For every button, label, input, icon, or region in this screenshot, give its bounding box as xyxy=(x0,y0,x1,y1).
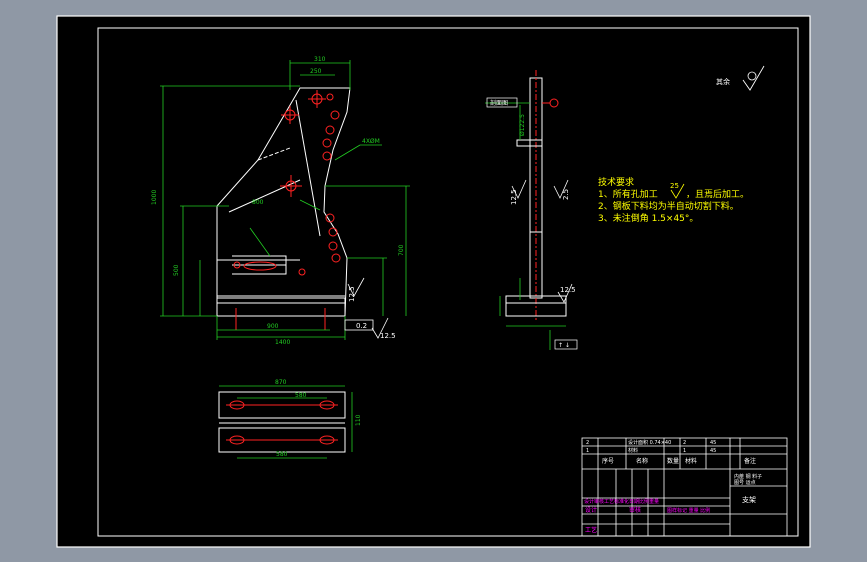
tb-header-3: 材料 xyxy=(685,457,697,465)
side-bottom-box-text: ↑ ↓ xyxy=(558,342,570,349)
dim-right-height: 700 xyxy=(398,244,405,256)
dim-top-310: 310 xyxy=(314,56,326,63)
drawing-canvas: 310 250 1000 500 700 900 1400 800 4XØM 1… xyxy=(56,15,811,548)
drawing-sheet xyxy=(56,15,811,548)
tb-row-a-1: 设计面积 0.74×40 xyxy=(628,439,671,446)
flatness-value: 0.2 xyxy=(356,322,367,330)
roughness-bottom: 12.5 xyxy=(380,332,396,340)
tb-designer-label: 设计 xyxy=(585,506,597,514)
dim-vertical-label: Ø122.5 xyxy=(519,114,526,136)
dim-mid: 800 xyxy=(252,199,264,206)
side-roughness-bottom: 12.5 xyxy=(560,286,576,294)
tb-row-b-3: 45 xyxy=(710,448,716,454)
dim-top-250: 250 xyxy=(310,68,322,75)
tb-check-label: 审核 xyxy=(629,506,641,514)
dim-bottom-outer: 1400 xyxy=(275,339,290,346)
dim-bottom-inner: 900 xyxy=(267,323,279,330)
roughness-value: 12.5 xyxy=(348,286,356,302)
tb-header-2: 数量 xyxy=(667,457,679,465)
tb-designer-row: 设计审核工艺标准化日期比例重量 xyxy=(584,498,659,505)
tb-scale-row: 图样标记 重量 比例 xyxy=(667,507,710,514)
dim-inner-bottom: 580 xyxy=(276,451,288,458)
tb-row-a-3: 45 xyxy=(710,440,716,446)
notes-heading: 技术要求 xyxy=(598,176,634,188)
notes-line2: 2、钢板下料均为半自动切割下料。 xyxy=(598,200,739,212)
dim-right-height: 110 xyxy=(355,414,362,426)
dim-left-sub: 500 xyxy=(173,264,180,276)
tb-row-b-0: 1 xyxy=(586,448,589,454)
global-finish-label: 其余 xyxy=(716,77,730,86)
notes-line3: 3、未注倒角 1.5×45°。 xyxy=(598,212,698,224)
notes-line1-value: 25 xyxy=(670,182,679,190)
notes-line1-prefix: 1、所有孔加工 xyxy=(598,188,658,200)
notes-line1-suffix: ，且焉后加工。 xyxy=(686,189,749,200)
dim-length: 870 xyxy=(275,379,287,386)
tb-part-name: 支架 xyxy=(742,495,756,504)
tb-header-0: 序号 xyxy=(602,457,614,465)
tb-row-b-1: 材料 xyxy=(628,447,638,454)
tb-material: 内蓙 钢 料子 xyxy=(734,473,762,480)
tb-header-1: 名称 xyxy=(636,457,648,465)
section-label: 剖面图 xyxy=(490,99,508,107)
tb-material-sub: 图号 运点 xyxy=(734,479,756,486)
tb-process-label: 工艺 xyxy=(585,526,597,534)
tb-row-b-2: 1 xyxy=(683,448,686,454)
side-roughness-right: 2.5 xyxy=(562,189,570,200)
tb-header-4: 备注 xyxy=(744,457,756,465)
dim-note: 4XØM xyxy=(362,138,380,145)
tb-row-a-0: 2 xyxy=(586,440,589,446)
tb-row-a-2: 2 xyxy=(683,440,686,446)
dim-left-height: 1000 xyxy=(151,190,158,205)
side-roughness: 12.5 xyxy=(510,189,518,205)
dim-inner-top: 580 xyxy=(295,392,307,399)
